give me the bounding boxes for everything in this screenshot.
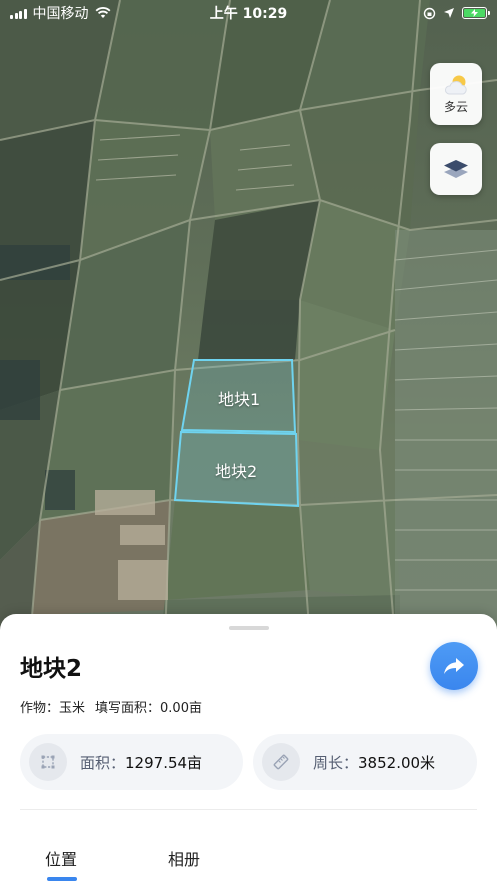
location-arrow-icon (444, 8, 454, 18)
carrier-name: 中国移动 (32, 6, 89, 22)
active-tab-indicator (47, 877, 77, 881)
weather-label: 多云 (443, 99, 468, 114)
parcel-2-label[interactable]: 地块2 (215, 458, 257, 482)
orientation-lock-icon (423, 7, 436, 19)
parcel-1-label[interactable]: 地块1 (218, 386, 260, 410)
battery-charging-icon (462, 7, 490, 19)
perimeter-chip: 周长：3852.00米 (253, 734, 477, 790)
signal-icon (10, 8, 27, 19)
ruler-icon (262, 743, 300, 781)
share-button[interactable] (430, 642, 478, 690)
tab-location[interactable]: 位置 (45, 846, 77, 870)
tab-album[interactable]: 相册 (168, 846, 200, 870)
wifi-icon (95, 7, 110, 18)
layers-icon (444, 160, 468, 178)
map-imagery (0, 0, 497, 640)
perimeter-value: 3852.00米 (358, 753, 436, 772)
satellite-map[interactable]: 地块1 地块2 (0, 0, 497, 640)
filled-area-info: 填写面积：0.00亩 (95, 701, 202, 716)
area-icon (29, 743, 67, 781)
crop-info: 作物：玉米 (20, 701, 86, 716)
parcel-title: 地块2 (20, 656, 83, 682)
area-chip: 面积：1297.54亩 (20, 734, 243, 790)
weather-button[interactable]: 多云 (430, 63, 482, 125)
divider (20, 809, 477, 810)
partly-cloudy-icon (445, 75, 467, 94)
status-time: 上午 10:29 (209, 6, 288, 22)
area-value: 1297.54亩 (125, 753, 203, 772)
area-key: 面积： (80, 753, 126, 772)
share-arrow-icon (444, 658, 464, 674)
drag-handle[interactable] (229, 626, 269, 630)
status-bar: 中国移动 上午 10:29 (0, 0, 497, 26)
parcel-subinfo: 作物：玉米 填写面积：0.00亩 (20, 697, 202, 716)
perimeter-key: 周长： (313, 753, 359, 772)
map-layers-button[interactable] (430, 143, 482, 195)
parcel-detail-sheet[interactable]: 地块2 作物：玉米 填写面积：0.00亩 面积：1297.54亩 周长：3852… (0, 614, 497, 883)
